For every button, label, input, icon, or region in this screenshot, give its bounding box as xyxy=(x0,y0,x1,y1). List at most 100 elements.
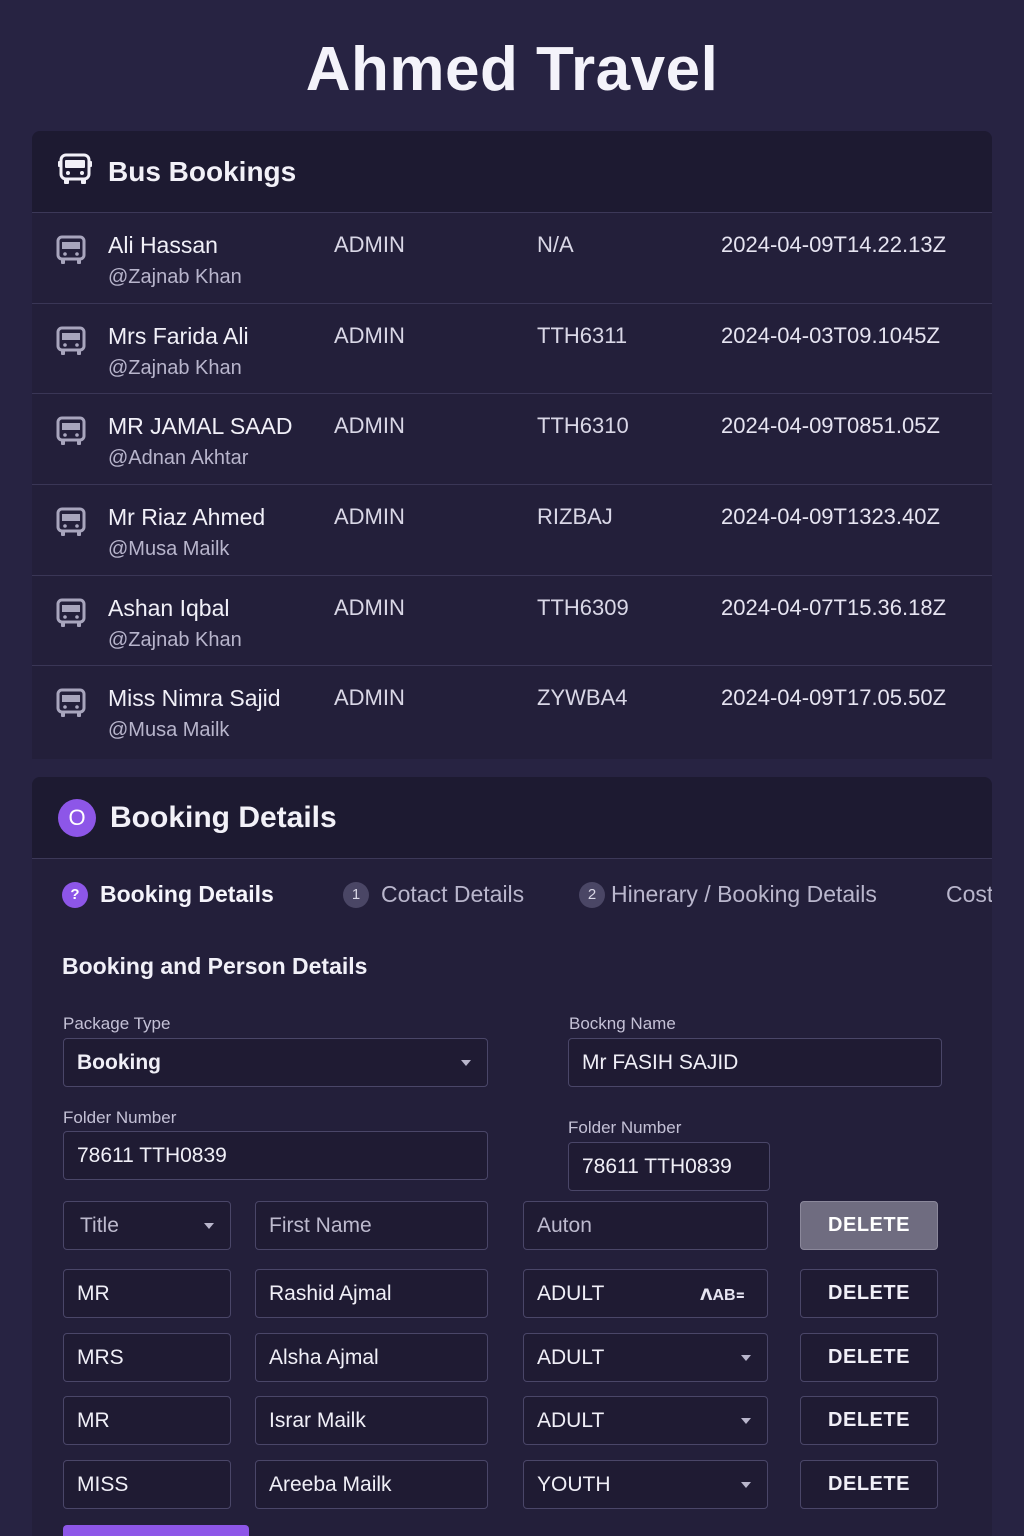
stepper: ? Booking Details 1 Cotact Details 2 Hin… xyxy=(32,859,992,925)
bus-icon xyxy=(56,235,86,270)
package-type-select[interactable]: Booking xyxy=(63,1038,488,1087)
type-placeholder: Auton xyxy=(537,1213,592,1237)
passenger-first-name-field[interactable]: Rashid Ajmal xyxy=(255,1269,488,1318)
passenger-name: Ali Hassan xyxy=(108,232,218,258)
passenger-first-name-field[interactable]: Alsha Ajmal xyxy=(255,1333,488,1382)
folder-number-value: 78611 TTH0839 xyxy=(582,1154,732,1178)
chevron-down-icon xyxy=(204,1223,214,1229)
passenger-type-value: ADULT xyxy=(537,1281,605,1305)
passenger-name: MR JAMAL SAAD xyxy=(108,413,293,440)
passenger-name: Mrs Farida Ali xyxy=(108,322,249,349)
booking-timestamp: 2024-04-09T14.22.13Z xyxy=(721,232,947,257)
passenger-title-value: MR xyxy=(77,1408,110,1432)
passenger-type-select[interactable]: ADULT ꓥAB꓿ xyxy=(523,1269,768,1318)
passenger-type-value: ADULT xyxy=(537,1408,605,1432)
chevron-down-icon xyxy=(741,1355,751,1361)
delete-button[interactable]: DELETE xyxy=(800,1396,938,1445)
role-label: ADMIN xyxy=(334,504,405,530)
booking-row[interactable]: MR JAMAL SAAD @Adnan Akhtar ADMIN TTH6310 20… xyxy=(32,394,992,486)
bookings-list: Ali Hassan @Zajnab Khan ADMIN N/A 2024-04-09… xyxy=(32,213,992,757)
booking-details-panel: O Booking Details ? Booking Details 1 Co… xyxy=(32,777,992,1536)
booking-reference: TTH6309 xyxy=(537,594,629,620)
step-label: Cotact Details xyxy=(381,881,525,907)
booking-row[interactable]: Ashan Iqbal @Zajnab Khan ADMIN TTH6309 2024-… xyxy=(32,576,992,667)
step-contact-details[interactable]: 1 Cotact Details xyxy=(343,881,524,908)
first-name-input[interactable]: First Name xyxy=(255,1201,488,1250)
booking-name-label: Bockng Name xyxy=(569,1014,676,1033)
bus-icon xyxy=(56,416,86,451)
booking-reference: TTH6310 xyxy=(537,413,629,439)
passenger-title-field[interactable]: MR xyxy=(63,1269,231,1318)
passenger-title-field[interactable]: MISS xyxy=(63,1460,231,1509)
passenger-name: Miss Nimra Sajid xyxy=(108,685,281,712)
passenger-type-select[interactable]: ADULT xyxy=(523,1396,768,1445)
booking-row[interactable]: Mrs Farida Ali @Zajnab Khan ADMIN TTH6311 20… xyxy=(32,304,992,395)
passenger-first-name-value: Alsha Ajmal xyxy=(269,1345,379,1369)
passenger-first-name-value: Areeba Mailk xyxy=(269,1472,392,1496)
bus-icon xyxy=(56,598,86,633)
booking-reference: RIZBAJ xyxy=(537,504,613,530)
booking-status-icon: O xyxy=(58,798,96,837)
passenger-first-name-value: Israr Mailk xyxy=(269,1408,366,1432)
bus-icon xyxy=(56,326,86,361)
passenger-title-field[interactable]: MRS xyxy=(63,1333,231,1382)
chevron-down-icon xyxy=(741,1482,751,1488)
agent-username: @Adnan Akhtar xyxy=(108,447,249,470)
booking-name-input[interactable]: Mr FASIH SAJID xyxy=(568,1038,942,1087)
bus-icon xyxy=(56,507,86,542)
title-placeholder: Title xyxy=(80,1213,119,1237)
booking-timestamp: 2024-04-09T17.05.50Z xyxy=(721,685,947,711)
step-cost[interactable]: Cost xyxy=(946,881,992,908)
booking-reference: TTH6311 xyxy=(537,322,628,348)
booking-timestamp: 2024-04-09T1323.40Z xyxy=(721,504,940,530)
passenger-name: Ashan Iqbal xyxy=(108,594,230,621)
step-label: Booking Details xyxy=(100,881,274,907)
folder-number-value: 78611 TTH0839 xyxy=(77,1143,227,1167)
passenger-first-name-field[interactable]: Israr Mailk xyxy=(255,1396,488,1445)
role-label: ADMIN xyxy=(334,322,405,348)
delete-button[interactable]: DELETE xyxy=(800,1201,938,1250)
bus-bookings-title: Bus Bookings xyxy=(108,155,297,187)
delete-button[interactable]: DELETE xyxy=(800,1269,938,1318)
passenger-name: Mr Riaz Ahmed xyxy=(108,504,266,531)
step-itinerary[interactable]: 2 Hinerary / Booking Details xyxy=(579,881,877,908)
step-number: 2 xyxy=(579,881,605,908)
primary-action-button[interactable] xyxy=(63,1525,249,1536)
booking-name-value: Mr FASIH SAJID xyxy=(582,1050,739,1074)
step-label: Hinerary / Booking Details xyxy=(611,881,877,907)
folder-number-label: Folder Number xyxy=(63,1108,177,1127)
role-label: ADMIN xyxy=(334,413,405,439)
booking-row[interactable]: Mr Riaz Ahmed @Musa Mailk ADMIN RIZBAJ 2024-… xyxy=(32,485,992,576)
booking-timestamp: 2024-04-07T15.36.18Z xyxy=(721,594,947,620)
folder-number-input-secondary[interactable]: 78611 TTH0839 xyxy=(568,1142,770,1191)
package-type-value: Booking xyxy=(77,1050,161,1074)
booking-timestamp: 2024-04-09T0851.05Z xyxy=(721,413,940,439)
step-help-icon: ? xyxy=(62,881,88,908)
first-name-placeholder: First Name xyxy=(269,1213,372,1237)
booking-reference: ZYWBA4 xyxy=(537,685,628,711)
delete-button[interactable]: DELETE xyxy=(800,1333,938,1382)
delete-button[interactable]: DELETE xyxy=(800,1460,938,1509)
passenger-title-value: MISS xyxy=(77,1472,129,1496)
step-number: 1 xyxy=(343,881,369,908)
step-label: Cost xyxy=(946,881,992,907)
passenger-type-select[interactable]: ADULT xyxy=(523,1333,768,1382)
folder-number-label-secondary: Folder Number xyxy=(568,1118,682,1137)
booking-row[interactable]: Miss Nimra Sajid @Musa Mailk ADMIN ZYWBA4 20… xyxy=(32,666,992,757)
folder-number-input[interactable]: 78611 TTH0839 xyxy=(63,1131,488,1180)
bus-icon xyxy=(56,688,86,723)
bus-bookings-header: Bus Bookings xyxy=(32,131,992,213)
passenger-type-value: YOUTH xyxy=(537,1472,611,1496)
passenger-title-field[interactable]: MR xyxy=(63,1396,231,1445)
type-input[interactable]: Auton xyxy=(523,1201,768,1250)
passenger-type-select[interactable]: YOUTH xyxy=(523,1460,768,1509)
text-format-icon: ꓥAB꓿ xyxy=(700,1287,745,1304)
step-booking-details[interactable]: ? Booking Details xyxy=(62,881,274,908)
booking-reference: N/A xyxy=(537,232,574,257)
app-title: Ahmed Travel xyxy=(305,35,719,104)
passenger-first-name-field[interactable]: Areeba Mailk xyxy=(255,1460,488,1509)
title-select[interactable]: Title xyxy=(63,1201,231,1250)
agent-username: @Musa Mailk xyxy=(108,719,230,742)
agent-username: @Zajnab Khan xyxy=(108,356,242,379)
booking-row[interactable]: Ali Hassan @Zajnab Khan ADMIN N/A 2024-04-09… xyxy=(32,213,992,304)
